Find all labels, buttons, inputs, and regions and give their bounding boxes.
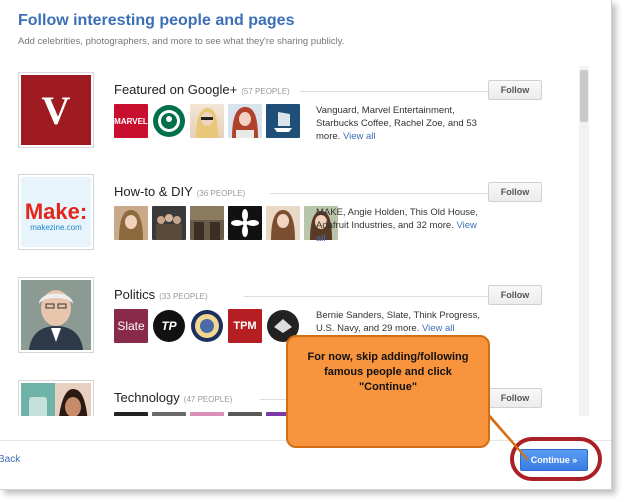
scrollbar-thumb[interactable] [580, 70, 588, 122]
starbucks-logo-icon [153, 105, 185, 137]
ship-logo-icon [274, 112, 292, 132]
make-logo: Make: makezine.com [21, 177, 91, 247]
avatar-room[interactable] [190, 206, 224, 240]
category-count: (33 PEOPLE) [159, 292, 208, 301]
view-all-link[interactable]: View all [422, 323, 455, 334]
category-count: (47 PEOPLE) [183, 395, 233, 404]
avatar-rachel-zoe[interactable] [190, 104, 224, 138]
vanguard-logo-text: V [41, 88, 71, 133]
avatar-strip [114, 206, 338, 240]
category-name: Technology [114, 390, 180, 405]
avatar-tech-3[interactable] [190, 412, 224, 416]
category-name: Politics [114, 287, 156, 302]
dialog-title: Follow interesting people and pages [18, 12, 295, 29]
category-count: (36 PEOPLE) [196, 189, 246, 198]
avatar-strip [114, 412, 300, 416]
avatar-vanguard-ship[interactable] [266, 104, 300, 138]
divider [300, 91, 490, 92]
category-description-text: MAKE, Angie Holden, This Old House, Adaf… [316, 207, 478, 231]
person-photo-icon [271, 210, 295, 240]
vanguard-logo: V [21, 75, 91, 145]
category-title: How-to & DIY (36 PEOPLE) [114, 184, 245, 199]
avatar-slate[interactable]: Slate [114, 309, 148, 343]
category-title: Politics (33 PEOPLE) [114, 287, 208, 302]
room-photo-icon [190, 206, 224, 240]
category-title: Technology (47 PEOPLE) [114, 390, 232, 405]
category-thumbnail-politics [18, 277, 94, 353]
person-photo [21, 280, 91, 350]
tp-logo-text: TP [161, 319, 177, 333]
navy-seal-icon [191, 310, 223, 342]
marvel-logo-text: MARVEL [114, 116, 148, 126]
person-photo-icon [196, 108, 218, 138]
category-title: Featured on Google+ (57 PEOPLE) [114, 82, 290, 97]
make-logo-text: Make: [24, 199, 88, 224]
category-name: Featured on Google+ [114, 82, 238, 97]
avatar-think-progress[interactable]: TP [152, 309, 186, 343]
avatar-tpm[interactable]: TPM [228, 309, 262, 343]
person-photo-icon [21, 280, 91, 350]
group-photo-icon [156, 214, 182, 240]
avatar-marvel[interactable]: MARVEL [114, 104, 148, 138]
category-count: (57 PEOPLE) [241, 87, 290, 96]
makezine-text: makezine.com [30, 223, 82, 232]
person-photo-icon [119, 210, 143, 240]
avatar-strip: Slate TP TPM [114, 309, 300, 343]
avatar-starbucks[interactable] [152, 104, 186, 138]
divider [270, 193, 490, 194]
avatar-adafruit[interactable] [228, 206, 262, 240]
callout-text: For now, skip adding/following famous pe… [307, 351, 469, 393]
follow-button[interactable]: Follow [488, 285, 542, 305]
divider [244, 296, 490, 297]
back-link[interactable]: Back [0, 454, 20, 465]
avatar-person[interactable] [114, 206, 148, 240]
category-thumbnail-vanguard: V [18, 72, 94, 148]
avatar-us-navy[interactable] [190, 309, 224, 343]
category-description: MAKE, Angie Holden, This Old House, Adaf… [316, 206, 488, 245]
follow-button[interactable]: Follow [488, 182, 542, 202]
avatar-tech-4[interactable] [228, 412, 262, 416]
avatar-person[interactable] [266, 206, 300, 240]
category-row-featured: V Featured on Google+ (57 PEOPLE) Follow … [18, 64, 578, 164]
technology-photo-icon [21, 383, 91, 416]
slate-logo-text: Slate [117, 319, 145, 333]
avatar-person-red[interactable] [228, 104, 262, 138]
category-thumbnail-make: Make: makezine.com [18, 174, 94, 250]
dialog-subtitle: Add celebrities, photographers, and more… [18, 36, 345, 47]
view-all-link[interactable]: View all [343, 131, 376, 142]
avatar-strip: MARVEL [114, 104, 300, 138]
category-description: Vanguard, Marvel Entertainment, Starbuck… [316, 104, 488, 143]
category-description-text: Bernie Sanders, Slate, Think Progress, U… [316, 310, 481, 334]
follow-button[interactable]: Follow [488, 80, 542, 100]
category-name: How-to & DIY [114, 184, 193, 199]
category-description: Bernie Sanders, Slate, Think Progress, U… [316, 309, 488, 335]
category-thumbnail-technology [18, 380, 94, 416]
tpm-logo-text: TPM [233, 320, 257, 332]
category-description-text: Vanguard, Marvel Entertainment, Starbuck… [316, 105, 477, 142]
avatar-group[interactable] [152, 206, 186, 240]
category-row-howto: Make: makezine.com How-to & DIY (36 PEOPL… [18, 166, 578, 266]
technology-thumbnail [21, 383, 91, 416]
avatar-tech-1[interactable] [114, 412, 148, 416]
person-photo-icon [232, 107, 258, 138]
avatar-tech-2[interactable] [152, 412, 186, 416]
scrollbar[interactable] [579, 66, 589, 416]
flower-logo-icon [231, 209, 259, 237]
